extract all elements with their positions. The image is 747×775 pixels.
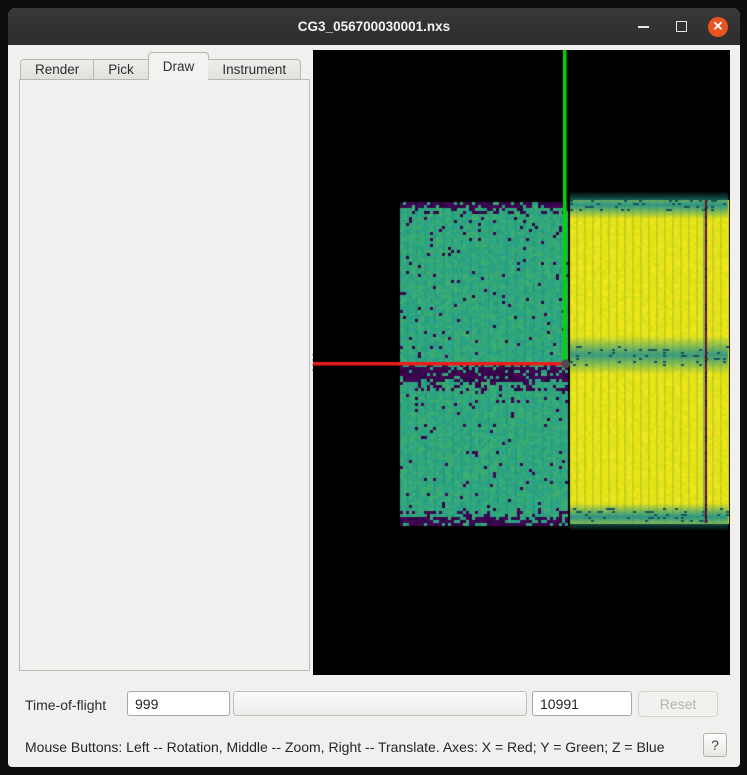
tab-instrument-label: Instrument <box>222 62 286 77</box>
tof-max-input[interactable] <box>532 691 632 716</box>
tof-label: Time-of-flight <box>25 697 106 713</box>
detector-canvas[interactable] <box>313 50 730 675</box>
tab-render[interactable]: Render <box>20 59 94 80</box>
tof-range-slider[interactable] <box>233 691 527 716</box>
minimize-button[interactable] <box>632 16 654 38</box>
window-controls: ✕ <box>632 8 728 45</box>
tab-pick-label: Pick <box>108 62 134 77</box>
reset-button[interactable]: Reset <box>638 691 718 717</box>
tab-draw[interactable]: Draw <box>148 52 210 80</box>
tab-draw-label: Draw <box>163 59 195 74</box>
close-button[interactable]: ✕ <box>708 17 728 37</box>
tof-min-input[interactable] <box>127 691 230 716</box>
help-button[interactable]: ? <box>703 733 727 757</box>
tab-instrument[interactable]: Instrument <box>208 59 301 80</box>
tab-pick[interactable]: Pick <box>94 59 149 80</box>
status-bar-text: Mouse Buttons: Left -- Rotation, Middle … <box>25 739 665 755</box>
instrument-3d-view <box>313 50 730 675</box>
maximize-icon <box>676 21 687 32</box>
app-window: CG3_056700030001.nxs ✕ Render Pick Draw … <box>8 8 740 767</box>
titlebar: CG3_056700030001.nxs ✕ <box>8 8 740 45</box>
close-icon: ✕ <box>713 20 724 33</box>
tab-render-label: Render <box>35 62 79 77</box>
maximize-button[interactable] <box>670 16 692 38</box>
draw-tab-pane <box>19 79 310 671</box>
tab-bar: Render Pick Draw Instrument <box>20 52 301 80</box>
window-title: CG3_056700030001.nxs <box>8 19 740 34</box>
minimize-icon <box>638 26 649 28</box>
